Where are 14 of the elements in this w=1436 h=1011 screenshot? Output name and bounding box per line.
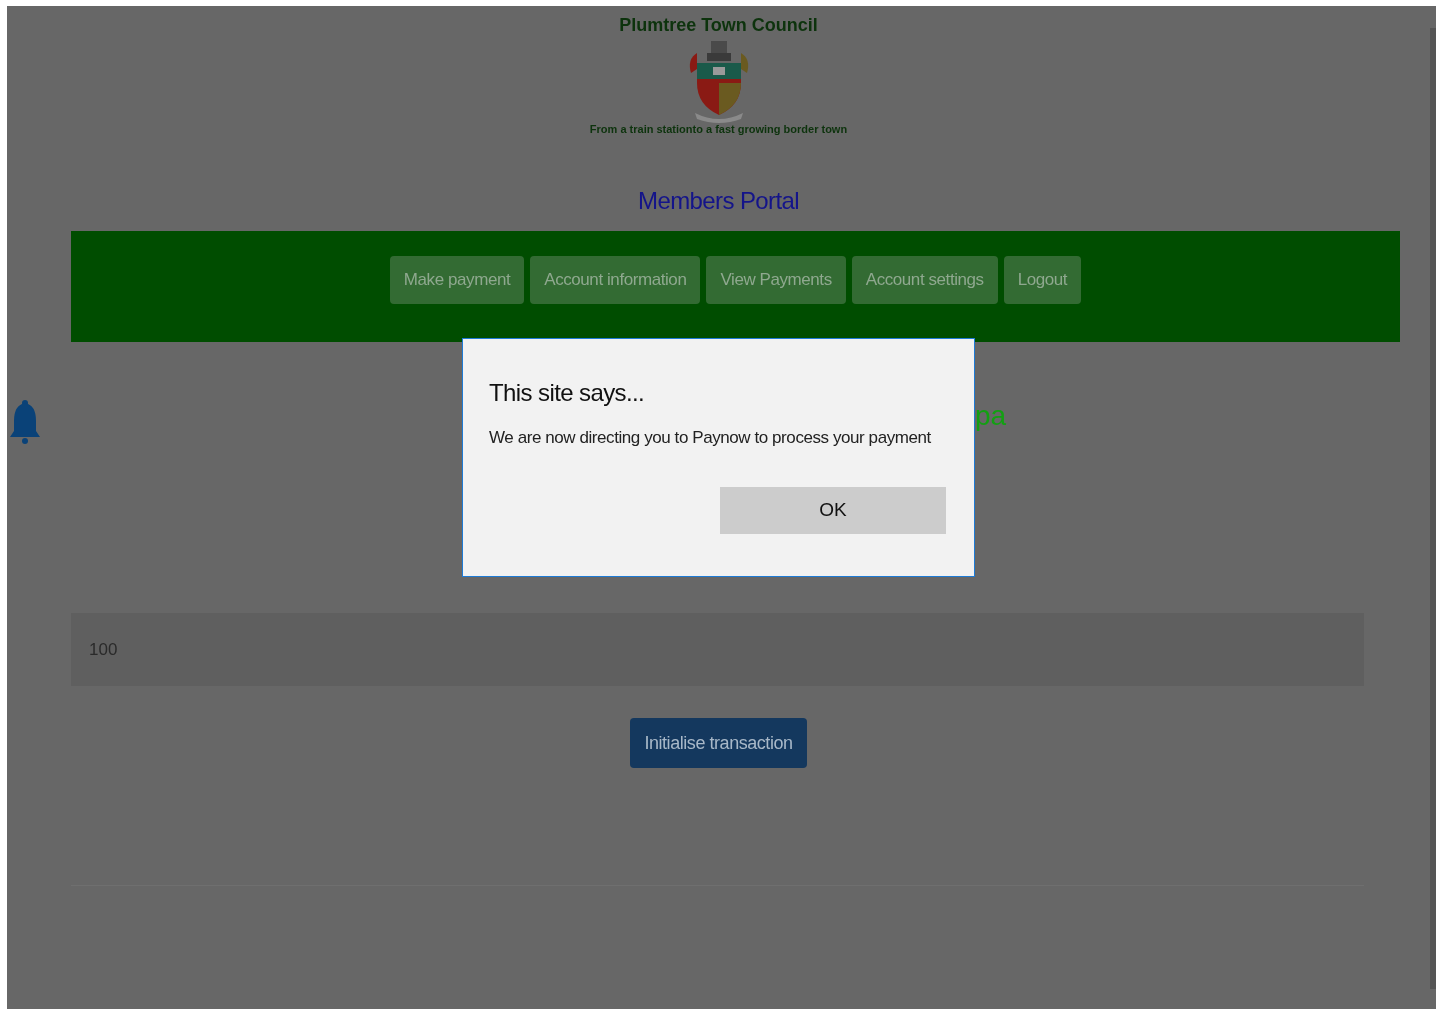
page-heading: pa xyxy=(975,399,1007,433)
nav-button[interactable]: Logout xyxy=(1003,255,1082,304)
nav-button[interactable]: Account settings xyxy=(851,255,998,304)
portal-title: Members Portal xyxy=(638,186,799,216)
nav-button[interactable]: Make payment xyxy=(389,255,525,304)
council-title: Plumtree Town Council xyxy=(619,14,818,37)
nav-button[interactable]: View Payments xyxy=(706,255,846,304)
nav-button[interactable]: Account information xyxy=(530,255,701,304)
dialog-message: We are now directing you to Paynow to process your payment xyxy=(489,427,932,449)
ok-button[interactable]: OK xyxy=(720,486,946,534)
council-tagline: From a train stationto a fast growing border town xyxy=(589,121,848,137)
initialise-transaction-button[interactable]: Initialise transaction xyxy=(630,718,807,768)
bell-icon[interactable] xyxy=(10,399,40,445)
dialog-title: This site says... xyxy=(489,381,646,405)
